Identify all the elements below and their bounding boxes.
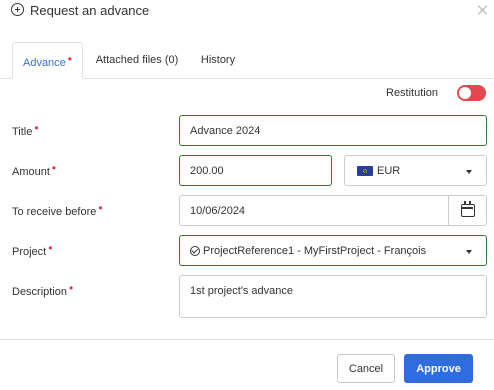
approve-button[interactable]: Approve [404, 354, 473, 383]
required-marker: • [69, 281, 74, 295]
description-textarea-value: 1st project's advance [190, 285, 293, 297]
tab-history-label: History [200, 54, 236, 66]
request-advance-dialog: Request an advance Advance • Attached fil… [0, 0, 494, 390]
chevron-down-icon [466, 250, 472, 254]
calendar-icon [461, 201, 475, 217]
chevron-down-icon [466, 170, 472, 174]
amount-label-text: Amount [12, 166, 50, 178]
title-label-text: Title [12, 126, 33, 138]
plus-circle-icon [11, 3, 24, 16]
check-circle-icon [190, 245, 200, 256]
tab-advance-label: Advance [22, 57, 66, 69]
project-select-value: ProjectReference1 - MyFirstProject - Fra… [203, 244, 427, 257]
tab-attached-files[interactable]: Attached files (0) [88, 42, 186, 78]
tab-advance[interactable]: Advance • [12, 42, 83, 79]
required-marker: • [98, 201, 103, 215]
cancel-button[interactable]: Cancel [337, 354, 395, 383]
receive-before-label: To receive before • [12, 201, 103, 218]
amount-input-value: 200.00 [190, 164, 224, 177]
amount-label: Amount • [12, 161, 57, 178]
dialog-header: Request an advance [0, 0, 494, 24]
title-input-value: Advance 2024 [190, 124, 261, 137]
receive-before-label-text: To receive before [12, 206, 97, 218]
description-label: Description • [12, 281, 74, 298]
tab-bar: Advance • Attached files (0) History [0, 42, 494, 79]
currency-select[interactable]: EUR [344, 155, 487, 186]
description-label-text: Description [12, 286, 68, 298]
tab-history[interactable]: History [192, 42, 244, 78]
required-marker: • [48, 241, 53, 255]
required-marker: • [67, 52, 72, 66]
tab-attached-files-label: Attached files (0) [95, 54, 179, 66]
description-textarea[interactable]: 1st project's advance [179, 275, 487, 318]
receive-before-date-value: 10/06/2024 [190, 204, 246, 217]
project-label-text: Project [12, 246, 47, 258]
title-label: Title • [12, 121, 39, 138]
footer-divider [0, 339, 494, 340]
restitution-label: Restitution [386, 87, 438, 99]
currency-select-value: EUR [377, 164, 401, 177]
required-marker: • [51, 161, 57, 175]
project-select[interactable]: ProjectReference1 - MyFirstProject - Fra… [179, 235, 487, 266]
close-icon[interactable] [476, 4, 488, 16]
receive-before-date-input[interactable]: 10/06/2024 [179, 195, 449, 226]
eu-flag-icon [357, 165, 373, 176]
toggle-knob [459, 87, 471, 99]
title-input[interactable]: Advance 2024 [179, 115, 487, 146]
required-marker: • [34, 121, 39, 135]
project-label: Project • [12, 241, 53, 258]
dialog-title: Request an advance [30, 3, 150, 18]
restitution-toggle[interactable] [457, 85, 486, 101]
date-picker-button[interactable] [448, 195, 487, 226]
amount-input[interactable]: 200.00 [179, 155, 332, 186]
